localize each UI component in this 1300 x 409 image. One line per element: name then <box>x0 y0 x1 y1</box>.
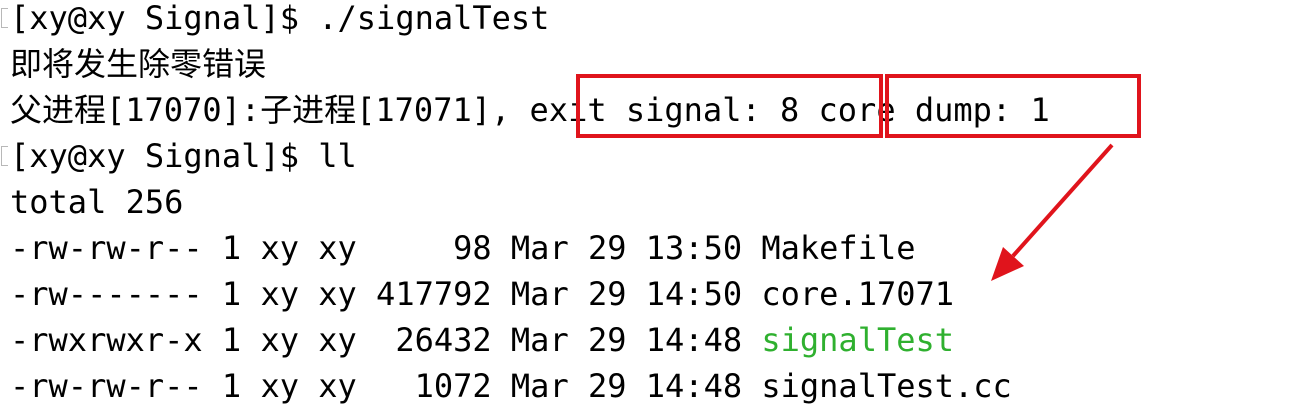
listing-row-makefile: -rw-rw-r-- 1 xy xy 98 Mar 29 13:50 Makef… <box>10 229 916 267</box>
command-line-run: [xy@xy Signal]$ ./signalTest <box>10 0 550 37</box>
executable-filename: signalTest <box>761 321 955 359</box>
listing-row-core-file: -rw------- 1 xy xy 417792 Mar 29 14:50 c… <box>10 275 955 313</box>
prompt-marker-icon <box>1 146 8 166</box>
listing-row-executable-meta: -rwxrwxr-x 1 xy xy 26432 Mar 29 14:48 <box>10 321 762 359</box>
core-dump-highlight-box <box>885 74 1141 138</box>
output-divide-by-zero-warning: 即将发生除零错误 <box>10 45 267 83</box>
arrow-shaft <box>1011 143 1114 258</box>
terminal-window[interactable]: [xy@xy Signal]$ ./signalTest 即将发生除零错误 父进… <box>0 0 1300 405</box>
listing-total: total 256 <box>10 183 184 221</box>
listing-row-executable: -rwxrwxr-x 1 xy xy 26432 Mar 29 14:48 si… <box>10 317 954 363</box>
command-line-ll: [xy@xy Signal]$ ll <box>10 137 357 175</box>
process-ids-text: 父进程[17070]:子进程[17071], <box>10 91 530 129</box>
listing-row-source: -rw-rw-r-- 1 xy xy 1072 Mar 29 14:48 sig… <box>10 367 1012 405</box>
prompt-marker-icon <box>1 8 8 28</box>
arrow-head-icon <box>991 247 1024 281</box>
exit-signal-highlight-box <box>576 74 883 138</box>
